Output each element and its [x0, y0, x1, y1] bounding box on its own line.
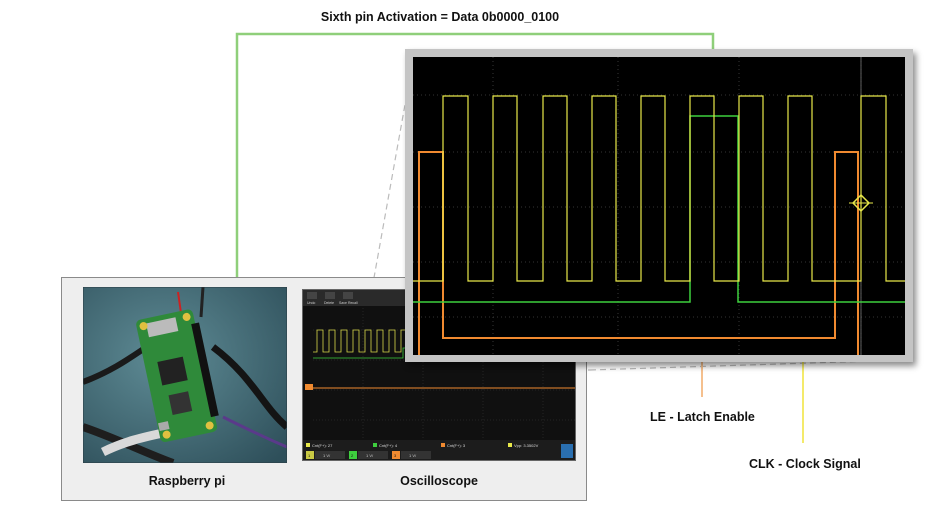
toolbar-undo: Undo	[307, 301, 315, 305]
diagram-title: Sixth pin Activation = Data 0b0000_0100	[320, 10, 560, 24]
latch-enable-label: LE - Latch Enable	[650, 410, 755, 424]
scale-ch1-value: 1 V/	[323, 453, 331, 458]
raspberry-pi-label: Raspberry pi	[148, 474, 226, 488]
oscilloscope-label: Oscilloscope	[400, 474, 478, 488]
raspberry-pi-illustration	[83, 287, 287, 463]
grid	[413, 57, 905, 355]
toolbar-delete: Delete	[324, 301, 334, 305]
readout-ch2: Cnt(F+): 4	[379, 443, 398, 448]
toolbar-save-recall: Save Recall	[339, 301, 358, 305]
save-icon	[343, 292, 353, 299]
readout-ch1: Cnt(F+): 27	[312, 443, 333, 448]
clk-trace	[413, 95, 905, 282]
clock-signal-label: CLK - Clock Signal	[749, 457, 861, 471]
scale-ch3-value: 1 V/	[409, 453, 417, 458]
menu-icon	[561, 444, 573, 458]
readout-ch3: Cnt(F+): 3	[447, 443, 466, 448]
delete-icon	[325, 292, 335, 299]
readout-vpp: Vpp: 3.3502V	[514, 443, 539, 448]
zoomed-waveform-view	[413, 57, 905, 355]
raspberry-pi-photo	[83, 287, 287, 463]
scale-ch2-value: 1 V/	[366, 453, 374, 458]
zoomed-waveform-svg	[413, 57, 905, 355]
le-trace	[418, 151, 859, 355]
undo-icon	[307, 292, 317, 299]
data-trace	[413, 115, 905, 303]
